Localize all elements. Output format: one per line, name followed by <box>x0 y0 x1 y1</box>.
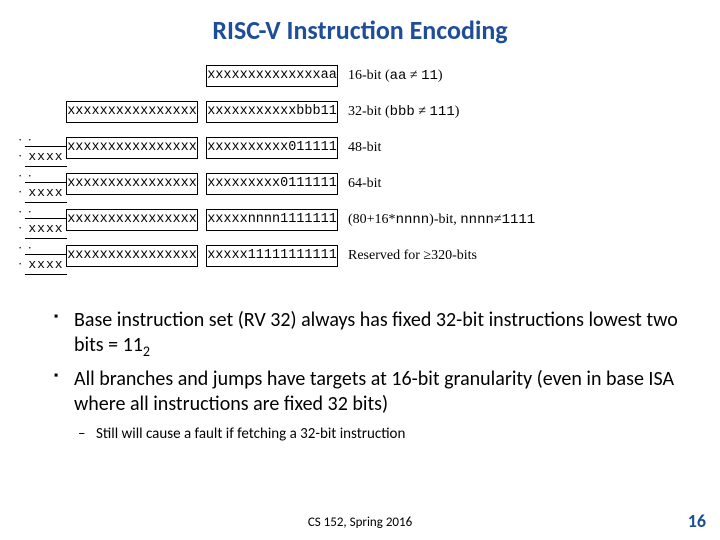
bullet-item: All branches and jumps have targets at 1… <box>60 367 682 417</box>
slide-title: RISC-V Instruction Encoding <box>0 0 720 56</box>
bitfield: xxxxx11111111111 <box>206 245 338 267</box>
row-320bit: · · ·xxxx xxxxxxxxxxxxxxxx xxxxx11111111… <box>18 244 702 268</box>
bitfield: xxxxxxxxxx011111 <box>206 137 338 159</box>
bitfield: xxxxxxxxxxxxxxxx <box>66 101 198 123</box>
page-number: 16 <box>688 510 706 532</box>
bullet-list: Base instruction set (RV 32) always has … <box>0 280 720 444</box>
slide-footer: CS 152, Spring 2016 <box>0 515 720 530</box>
row-label: 48-bit <box>338 140 381 156</box>
row-label: 16-bit (aa ≠ 11) <box>338 68 443 84</box>
bitfield: xxxxxxxxxxxxxxxx <box>66 245 198 267</box>
row-32bit: xxxxxxxxxxxxxxxx xxxxxxxxxxxbbb11 32-bit… <box>18 100 702 124</box>
bitfield: xxxxxxxxxxxxxxxx <box>66 137 198 159</box>
ellipsis: · · ·xxxx <box>18 132 66 164</box>
row-48bit: · · ·xxxx xxxxxxxxxxxxxxxx xxxxxxxxxx011… <box>18 136 702 160</box>
row-label: 32-bit (bbb ≠ 111) <box>338 104 459 120</box>
bullet-item: Base instruction set (RV 32) always has … <box>60 308 682 361</box>
bitfield: xxxxxnnnn1111111 <box>206 209 338 231</box>
bitfield: xxxxxxxxx0111111 <box>206 173 338 195</box>
row-label: 64-bit <box>338 176 381 192</box>
ellipsis: · · ·xxxx <box>18 204 66 236</box>
bitfield: xxxxxxxxxxxxxxaa <box>206 65 338 87</box>
row-80bit: · · ·xxxx xxxxxxxxxxxxxxxx xxxxxnnnn1111… <box>18 208 702 232</box>
bitfield: xxxxxxxxxxxxxxxx <box>66 173 198 195</box>
row-64bit: · · ·xxxx xxxxxxxxxxxxxxxx xxxxxxxxx0111… <box>18 172 702 196</box>
ellipsis: · · ·xxxx <box>18 168 66 200</box>
bitfield: xxxxxxxxxxxbbb11 <box>206 101 338 123</box>
row-label: Reserved for ≥320-bits <box>338 248 477 264</box>
row-16bit: xxxxxxxxxxxxxxaa 16-bit (aa ≠ 11) <box>18 64 702 88</box>
sub-bullet-item: Still will cause a fault if fetching a 3… <box>60 425 682 445</box>
row-label: (80+16*nnnn)-bit, nnnn≠1111 <box>338 212 535 228</box>
encoding-diagram: xxxxxxxxxxxxxxaa 16-bit (aa ≠ 11) xxxxxx… <box>0 56 720 268</box>
bitfield: xxxxxxxxxxxxxxxx <box>66 209 198 231</box>
ellipsis: · · ·xxxx <box>18 240 66 272</box>
